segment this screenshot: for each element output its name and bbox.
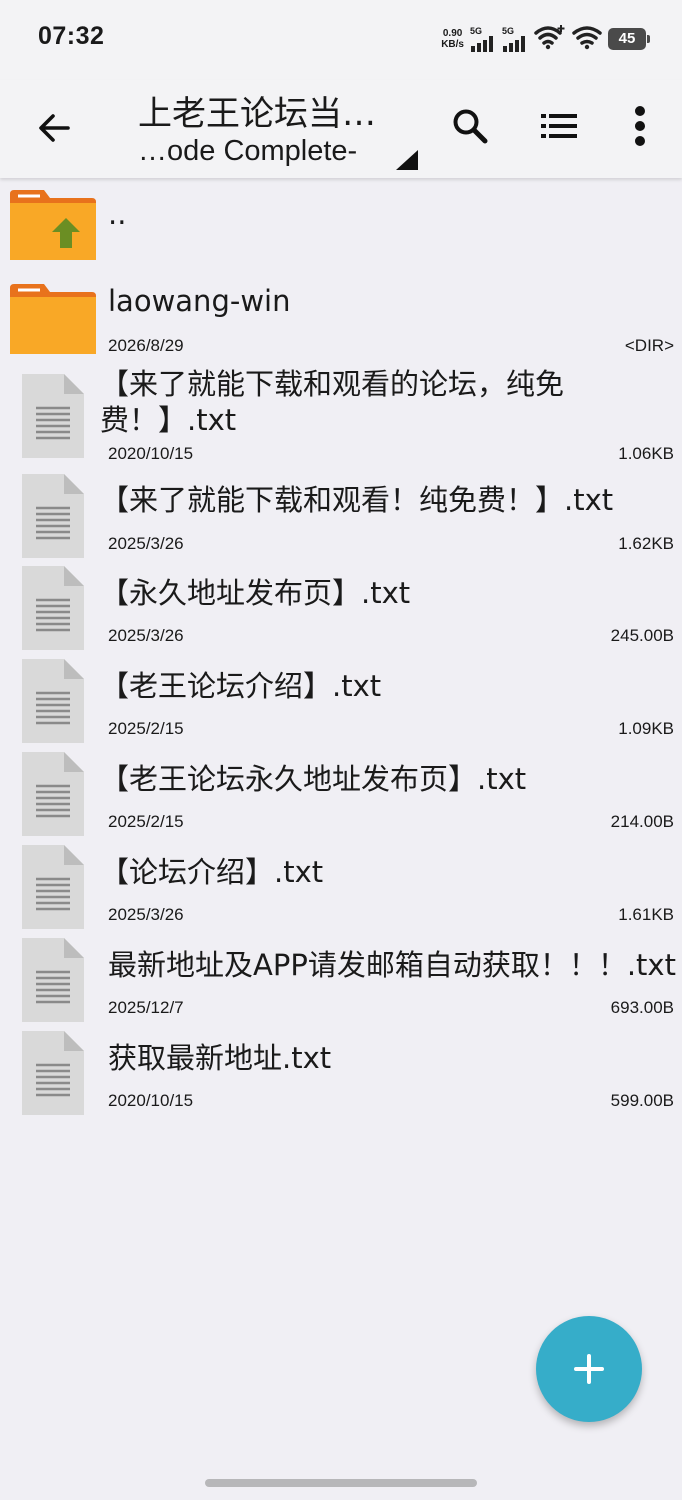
file-size: 1.62KB — [618, 534, 674, 553]
battery-icon: 45 — [608, 28, 650, 50]
toolbar-subtitle[interactable]: …ode Complete- — [138, 135, 388, 168]
list-view-button[interactable] — [536, 102, 584, 150]
folder-icon — [10, 282, 96, 358]
text-file-icon — [22, 566, 84, 654]
file-name: 获取最新地址.txt — [108, 1041, 332, 1075]
file-date: 2020/10/15 — [108, 1091, 194, 1110]
list-view-icon — [541, 114, 577, 138]
file-date: 2025/2/15 — [108, 719, 184, 738]
folder-date: 2026/8/29 — [108, 336, 184, 355]
back-button[interactable] — [30, 104, 78, 152]
status-bar: 07:32 0.90 KB/s 5G 5G 45 — [0, 0, 682, 80]
file-name: 【来了就能下载和观看的论坛，纯免费！】.txt — [100, 367, 565, 437]
text-file-icon — [22, 845, 84, 933]
wifi-icon — [572, 24, 602, 54]
plus-icon — [574, 1354, 604, 1384]
status-time: 07:32 — [38, 22, 105, 50]
search-icon — [453, 109, 488, 144]
file-list: .. — [0, 180, 682, 365]
file-size: 599.00B — [610, 1091, 674, 1110]
signal-icon: 5G — [502, 25, 528, 52]
file-date: 2025/2/15 — [108, 812, 184, 831]
file-date: 2025/3/26 — [108, 905, 184, 924]
search-button[interactable] — [446, 102, 494, 150]
file-name: .. — [108, 197, 127, 231]
wifi-plus-icon — [534, 24, 566, 54]
file-name: 【永久地址发布页】.txt — [100, 576, 411, 610]
net-speed-unit: KB/s — [441, 39, 464, 50]
file-size: 693.00B — [610, 998, 674, 1017]
list-item-parent[interactable]: .. — [0, 180, 682, 272]
toolbar-title[interactable]: 上老王论坛当… — [138, 86, 408, 135]
text-file-icon — [22, 374, 84, 462]
file-name: 【老王论坛永久地址发布页】.txt — [100, 762, 527, 796]
file-size: 214.00B — [610, 812, 674, 831]
text-file-icon — [22, 474, 84, 562]
net-speed-value: 0.90 — [442, 28, 463, 39]
folder-name: laowang-win — [108, 284, 291, 318]
add-fab-button[interactable] — [536, 1316, 642, 1422]
file-size: 1.61KB — [618, 905, 674, 924]
folder-size: <DIR> — [624, 336, 674, 355]
folder-up-icon — [10, 188, 96, 264]
file-name: 【老王论坛介绍】.txt — [100, 669, 382, 703]
signal-icon: 5G — [470, 25, 496, 52]
text-file-icon — [22, 752, 84, 840]
file-date: 2020/10/15 — [108, 444, 194, 463]
text-file-icon — [22, 659, 84, 747]
back-arrow-icon — [39, 114, 70, 142]
file-name: 【论坛介绍】.txt — [100, 855, 324, 889]
file-name: 【来了就能下载和观看！纯免费！】.txt — [100, 483, 614, 517]
more-options-button[interactable] — [616, 100, 664, 152]
more-vert-icon — [635, 106, 645, 146]
file-date: 2025/3/26 — [108, 626, 184, 645]
file-date: 2025/12/7 — [108, 998, 184, 1017]
signal-label: 5G — [502, 25, 515, 36]
list-item-folder[interactable] — [0, 272, 682, 365]
gesture-bar[interactable] — [205, 1479, 477, 1487]
text-file-icon — [22, 1031, 84, 1119]
status-icons: 0.90 KB/s 5G 5G 45 — [441, 22, 650, 56]
path-dropdown-icon[interactable] — [396, 150, 418, 170]
net-speed: 0.90 KB/s — [441, 28, 464, 50]
file-size: 1.09KB — [618, 719, 674, 738]
file-size: 1.06KB — [618, 444, 674, 463]
text-file-icon — [22, 938, 84, 1026]
file-name: 最新地址及APP请发邮箱自动获取！！！.txt — [108, 948, 676, 982]
signal-label: 5G — [470, 25, 483, 36]
file-date: 2025/3/26 — [108, 534, 184, 553]
file-size: 245.00B — [610, 626, 674, 645]
